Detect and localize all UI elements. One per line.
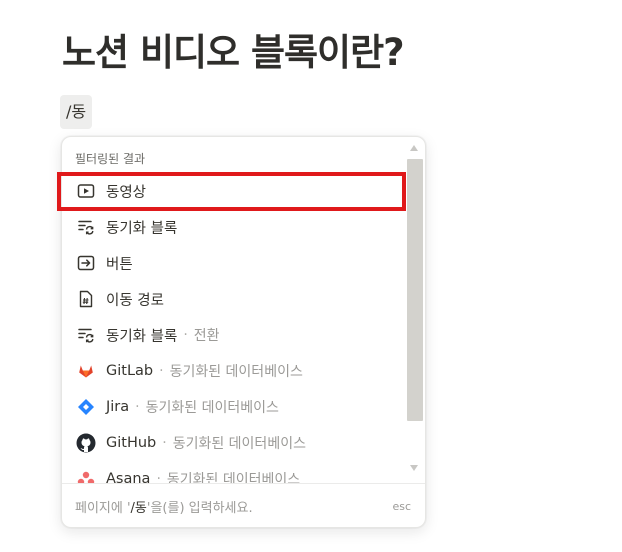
menu-item-synced-block-convert[interactable]: 동기화 블록 · 전환 (62, 317, 406, 353)
slash-command-input[interactable]: /동 (60, 95, 93, 129)
synced-block-icon (76, 325, 96, 345)
video-play-icon (76, 181, 96, 201)
menu-item-separator: · (183, 327, 188, 343)
footer-hint: 페이지에 '/동'을(를) 입력하세요. (75, 501, 253, 516)
menu-item-sublabel: 동기화된 데이터베이스 (169, 364, 303, 380)
menu-item-button[interactable]: 버튼 (62, 245, 406, 281)
gitlab-logo-icon (76, 361, 96, 381)
menu-item-breadcrumb[interactable]: 이동 경로 (62, 281, 406, 317)
menu-item-sublabel: 전환 (193, 328, 220, 344)
menu-item-gitlab[interactable]: GitLab · 동기화된 데이터베이스 (62, 353, 406, 389)
menu-list: 동영상 동기화 블록 버튼 이동 경로 동기화 블록 · 전환 GitLab ·… (62, 171, 406, 484)
synced-block-icon (76, 217, 96, 237)
menu-header: 필터링된 결과 (75, 152, 146, 166)
breadcrumb-page-icon (76, 289, 96, 309)
page-title: 노션 비디오 블록이란? (62, 31, 405, 74)
slash-command-menu: 필터링된 결과 동영상 동기화 블록 버튼 이동 경로 동기화 블록 · 전환 … (61, 136, 426, 528)
menu-item-sublabel: 동기화된 데이터베이스 (172, 436, 306, 452)
menu-item-github[interactable]: GitHub · 동기화된 데이터베이스 (62, 425, 406, 461)
menu-footer: 페이지에 '/동'을(를) 입력하세요. esc (62, 483, 425, 527)
scroll-down-arrow-icon[interactable] (410, 465, 418, 471)
menu-item-label: GitHub (106, 435, 157, 451)
scroll-up-arrow-icon[interactable] (410, 145, 418, 151)
button-arrow-icon (76, 253, 96, 273)
scrollbar-thumb[interactable] (407, 159, 423, 421)
menu-item-separator: · (162, 435, 167, 451)
github-logo-icon (76, 433, 96, 453)
menu-item-label: GitLab (106, 363, 154, 379)
menu-item-asana[interactable]: Asana · 동기화된 데이터베이스 (62, 461, 406, 484)
footer-hint-query: /동 (130, 501, 147, 516)
menu-item-sublabel: 동기화된 데이터베이스 (145, 400, 279, 416)
menu-item-label: 동기화 블록 (106, 328, 178, 345)
menu-item-label: 동기화 블록 (106, 220, 178, 237)
menu-item-label: 이동 경로 (106, 292, 164, 309)
menu-item-separator: · (159, 363, 164, 379)
asana-logo-icon (76, 469, 96, 484)
menu-item-label: Jira (106, 399, 130, 415)
esc-key-hint[interactable]: esc (392, 500, 411, 513)
menu-scrollbar[interactable] (406, 143, 423, 473)
menu-item-label: 동영상 (106, 184, 147, 201)
menu-item-label: 버튼 (106, 256, 133, 273)
menu-item-separator: · (135, 399, 140, 415)
menu-item-synced-block[interactable]: 동기화 블록 (62, 209, 406, 245)
menu-item-jira[interactable]: Jira · 동기화된 데이터베이스 (62, 389, 406, 425)
menu-item-video[interactable]: 동영상 (62, 173, 406, 209)
jira-logo-icon (76, 397, 96, 417)
menu-item-sublabel: 동기화된 데이터베이스 (166, 472, 301, 484)
